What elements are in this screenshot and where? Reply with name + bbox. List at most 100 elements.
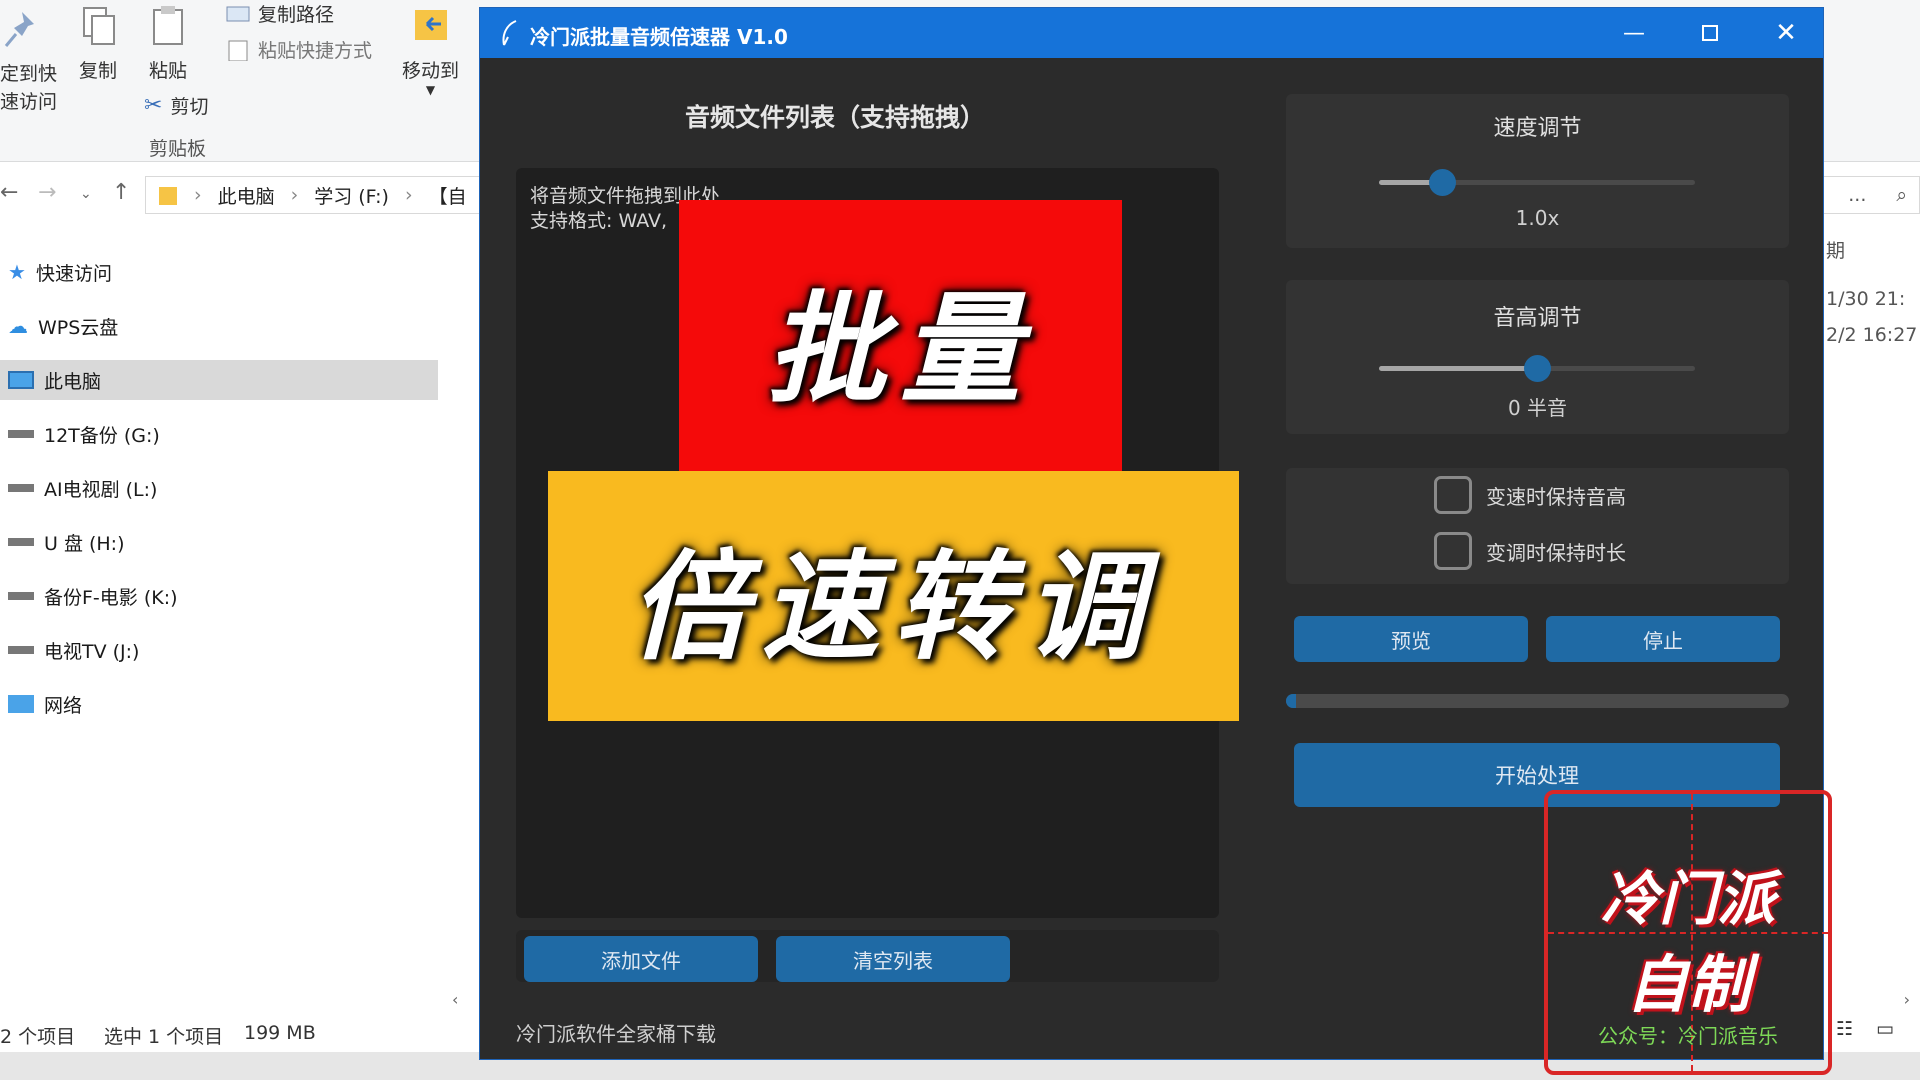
sidebar-item-drive-h[interactable]: U 盘 (H:): [0, 522, 438, 562]
cut-label: 剪切: [170, 96, 209, 118]
selected-count: 选中 1 个项目: [104, 1026, 224, 1048]
banner-top-text: 批量: [766, 279, 1035, 420]
pin-quick-access-button[interactable]: 定到快 速访问: [0, 8, 70, 116]
speed-value: 1.0x: [1515, 206, 1560, 230]
keep-pitch-checkbox[interactable]: [1434, 476, 1472, 514]
forward-arrow-icon[interactable]: →: [38, 180, 56, 205]
list-button-row: 添加文件 清空列表: [516, 930, 1219, 982]
sidebar-label: U 盘 (H:): [44, 532, 125, 555]
minimize-icon: —: [1623, 20, 1645, 46]
details-view-icon[interactable]: ☷: [1836, 1018, 1853, 1040]
move-folder-icon: [414, 10, 447, 40]
sidebar-item-wps-cloud[interactable]: ☁ WPS云盘: [0, 306, 438, 346]
copy-button[interactable]: 复制: [78, 4, 118, 83]
copy-path-icon: [226, 6, 250, 21]
keep-duration-option[interactable]: 变调时保持时长: [1434, 532, 1626, 570]
close-icon: ✕: [1775, 18, 1797, 48]
breadcrumb-folder[interactable]: 【自: [429, 182, 467, 209]
paste-shortcut-button[interactable]: 粘贴快捷方式: [226, 36, 372, 63]
clear-list-button[interactable]: 清空列表: [776, 936, 1010, 982]
sidebar-item-quick-access[interactable]: ★ 快速访问: [0, 252, 438, 292]
drive-icon: [8, 430, 34, 438]
sidebar-item-drive-g[interactable]: 12T备份 (G:): [0, 414, 438, 454]
paste-button[interactable]: 粘贴: [148, 4, 188, 83]
date-column-header: 期: [1826, 240, 1846, 262]
chevron-down-icon: ▼: [425, 83, 436, 97]
scroll-right-icon[interactable]: ›: [1904, 990, 1910, 1009]
cut-button[interactable]: ✂ 剪切: [144, 92, 208, 119]
progress-bar: [1286, 694, 1789, 708]
promo-banner-batch: 批量: [679, 200, 1122, 478]
keep-duration-label: 变调时保持时长: [1486, 540, 1626, 565]
progress-fill: [1286, 694, 1297, 708]
sidebar-item-drive-l[interactable]: AI电视剧 (L:): [0, 468, 438, 508]
pitch-slider[interactable]: [1379, 355, 1695, 382]
stamp-line2: 自制: [1625, 948, 1750, 1021]
stop-button[interactable]: 停止: [1546, 616, 1780, 662]
copy-label: 复制: [78, 60, 117, 82]
pitch-title: 音高调节: [1493, 306, 1582, 331]
pin-label: 定到快 速访问: [0, 63, 58, 113]
copy-path-label: 复制路径: [258, 4, 335, 26]
paste-shortcut-icon: [228, 40, 248, 61]
drive-icon: [8, 538, 34, 546]
keep-duration-checkbox[interactable]: [1434, 532, 1472, 570]
paste-shortcut-label: 粘贴快捷方式: [258, 40, 373, 62]
pin-icon: [4, 12, 34, 47]
cloud-icon: ☁: [8, 314, 28, 338]
keep-pitch-option[interactable]: 变速时保持音高: [1434, 476, 1626, 514]
recent-chevron-icon[interactable]: ⌄: [80, 186, 92, 202]
sidebar-label: 备份F-电影 (K:): [44, 586, 178, 609]
address-bar[interactable]: › 此电脑 › 学习 (F:) › 【自: [145, 176, 485, 214]
paste-icon: [153, 6, 183, 45]
tiles-view-icon[interactable]: ▭: [1876, 1018, 1894, 1040]
navigation-pane: ★ 快速访问 ☁ WPS云盘 此电脑 12T备份 (G:) AI电视剧 (L:) U…: [0, 240, 440, 1020]
sidebar-label: 网络: [44, 694, 83, 717]
move-to-label: 移动到: [402, 60, 460, 82]
paste-label: 粘贴: [148, 60, 187, 82]
sidebar-label: AI电视剧 (L:): [44, 478, 158, 501]
sidebar-item-drive-k[interactable]: 备份F-电影 (K:): [0, 576, 438, 616]
move-to-button[interactable]: 移动到 ▼: [402, 4, 459, 97]
feather-icon: [502, 20, 517, 46]
file-date: 1/30 21:: [1826, 288, 1906, 310]
speed-slider[interactable]: [1379, 169, 1695, 196]
options-panel: 变速时保持音高 变调时保持时长: [1286, 468, 1789, 584]
minimize-button[interactable]: —: [1596, 8, 1672, 58]
speed-panel: 速度调节 1.0x: [1286, 94, 1789, 248]
breadcrumb-drive[interactable]: 学习 (F:): [314, 182, 389, 209]
title-bar[interactable]: 冷门派批量音频倍速器 V1.0 — ✕: [480, 8, 1823, 58]
search-box[interactable]: ... ⌕: [1815, 176, 1920, 214]
sidebar-item-this-pc[interactable]: 此电脑: [0, 360, 438, 400]
scroll-left-icon[interactable]: ‹: [452, 990, 458, 1009]
download-link[interactable]: 冷门派软件全家桶下载: [516, 1018, 716, 1047]
sidebar-label: 快速访问: [35, 262, 112, 285]
star-icon: ★: [8, 260, 26, 284]
banner-bottom-text: 倍速转调: [629, 536, 1158, 676]
speed-slider-knob[interactable]: [1429, 169, 1457, 196]
search-icon: ⌕: [1896, 184, 1907, 206]
copy-path-button[interactable]: 复制路径: [226, 0, 334, 27]
scissors-icon: ✂: [144, 93, 163, 118]
copy-icon: [83, 7, 115, 45]
stamp-line1: 冷门派: [1600, 865, 1775, 933]
keep-pitch-label: 变速时保持音高: [1486, 484, 1626, 509]
preview-button[interactable]: 预览: [1294, 616, 1528, 662]
back-arrow-icon[interactable]: ←: [0, 180, 18, 205]
sidebar-item-drive-j[interactable]: 电视TV (J:): [0, 630, 438, 670]
drive-icon: [8, 646, 34, 654]
add-files-button[interactable]: 添加文件: [524, 936, 758, 982]
promo-banner-speed-pitch: 倍速转调: [548, 471, 1239, 721]
speed-title: 速度调节: [1493, 116, 1582, 141]
maximize-button[interactable]: [1672, 8, 1748, 58]
sidebar-label: WPS云盘: [38, 316, 119, 339]
sidebar-label: 电视TV (J:): [44, 640, 140, 663]
close-button[interactable]: ✕: [1748, 8, 1824, 58]
drive-icon: [8, 484, 34, 492]
breadcrumb-this-pc[interactable]: 此电脑: [218, 182, 275, 209]
sidebar-item-network[interactable]: 网络: [0, 684, 438, 724]
pitch-slider-knob[interactable]: [1524, 355, 1551, 382]
up-arrow-icon[interactable]: ↑: [112, 180, 130, 205]
window-title: 冷门派批量音频倍速器 V1.0: [530, 25, 788, 49]
item-count: 2 个项目: [0, 1026, 76, 1048]
